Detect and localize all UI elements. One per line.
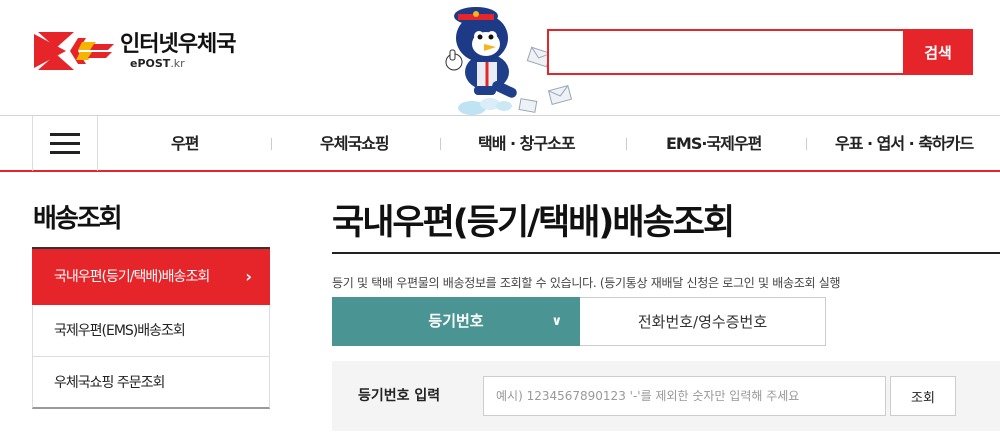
sidebar-item-label: 우체국쇼핑 주문조회 xyxy=(54,375,165,391)
search-button[interactable]: 검색 xyxy=(903,29,973,75)
lookup-button[interactable]: 조회 xyxy=(890,376,956,416)
logo-english-text: ePOST.kr xyxy=(130,56,185,70)
chevron-right-icon: › xyxy=(245,267,252,286)
epost-logo-icon xyxy=(34,32,114,70)
gnb-divider xyxy=(271,138,272,150)
hamburger-menu-icon[interactable] xyxy=(32,116,98,171)
sidebar-item-ems-tracking[interactable]: 국제우편(EMS)배송조회 xyxy=(32,305,270,357)
sidebar-item-shopping-order[interactable]: 우체국쇼핑 주문조회 xyxy=(32,357,270,409)
tracking-number-label: 등기번호 입력 xyxy=(358,388,441,404)
epost-logo[interactable]: 인터넷우체국 ePOST.kr xyxy=(34,30,236,72)
logo-korean-text: 인터넷우체국 xyxy=(120,31,236,57)
tab-phone-receipt[interactable]: 전화번호/영수증번호 xyxy=(580,297,826,346)
gnb-item-ems[interactable]: EMS·국제우편 xyxy=(666,116,762,171)
gnb-item-shopping[interactable]: 우체국쇼핑 xyxy=(320,116,390,171)
site-search: 검색 xyxy=(547,29,973,75)
sidebar-title: 배송조회 xyxy=(33,204,123,234)
page-description: 등기 및 택배 우편물의 배송정보를 조회할 수 있습니다. (등기통상 재배달… xyxy=(332,276,841,290)
gnb-divider xyxy=(626,138,627,150)
search-input[interactable] xyxy=(547,29,903,75)
gnb-divider xyxy=(440,138,441,150)
gnb-divider xyxy=(806,138,807,150)
gnb-item-parcel[interactable]: 택배 · 창구소포 xyxy=(478,116,576,171)
sidebar-item-label: 국제우편(EMS)배송조회 xyxy=(54,323,186,339)
sidebar-menu: 국내우편(등기/택배)배송조회 › 국제우편(EMS)배송조회 우체국쇼핑 주문… xyxy=(32,247,270,409)
tracking-number-input[interactable] xyxy=(483,376,886,416)
search-type-tabs: 등기번호 ∨ 전화번호/영수증번호 xyxy=(332,297,826,346)
page-title: 국내우편(등기/택배)배송조회 xyxy=(332,203,735,243)
gnb-item-stamps[interactable]: 우표 · 엽서 · 축하카드 xyxy=(835,116,974,171)
chevron-down-icon: ∨ xyxy=(551,314,562,329)
tab-registered-number[interactable]: 등기번호 ∨ xyxy=(332,297,580,346)
sidebar-item-domestic-tracking[interactable]: 국내우편(등기/택배)배송조회 › xyxy=(32,249,270,305)
title-divider xyxy=(332,252,1000,254)
tracking-form: 등기번호 입력 조회 xyxy=(332,361,1000,431)
global-navigation: 우편 우체국쇼핑 택배 · 창구소포 EMS·국제우편 우표 · 엽서 · 축하… xyxy=(0,115,1000,172)
tab-label: 전화번호/영수증번호 xyxy=(637,313,768,331)
tab-label: 등기번호 xyxy=(428,312,484,330)
gnb-item-mail[interactable]: 우편 xyxy=(171,116,199,171)
sidebar-item-label: 국내우편(등기/택배)배송조회 xyxy=(54,269,210,285)
